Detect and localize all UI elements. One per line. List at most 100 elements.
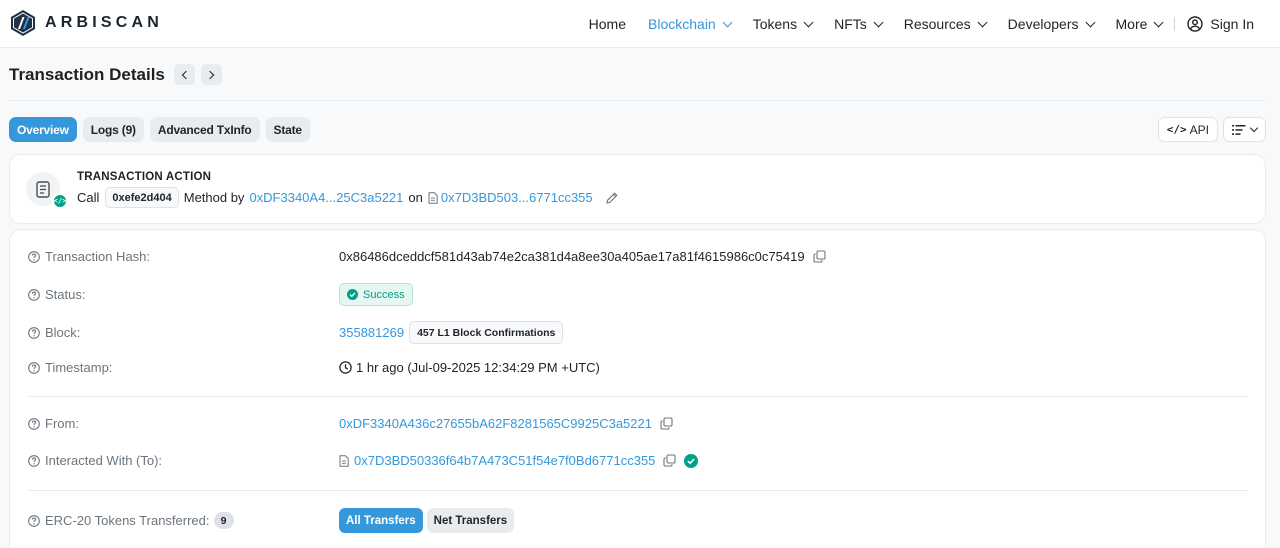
verified-check-icon bbox=[684, 453, 699, 468]
contract-file-icon bbox=[339, 454, 349, 467]
clock-icon bbox=[339, 361, 352, 374]
net-transfers-button[interactable]: Net Transfers bbox=[426, 508, 515, 533]
api-button[interactable]: </> API bbox=[1157, 117, 1218, 142]
nav-resources-label: Resources bbox=[903, 16, 971, 32]
to-label: Interacted With (To): bbox=[45, 453, 163, 468]
all-transfers-button[interactable]: All Transfers bbox=[339, 508, 423, 533]
to-value-wrap: 0x7D3BD50336f64b7A473C51f54e7f0Bd6771cc3… bbox=[339, 453, 699, 468]
pencil-icon[interactable] bbox=[605, 191, 619, 205]
block-label: Block: bbox=[45, 325, 81, 340]
block-number-link[interactable]: 355881269 bbox=[339, 325, 404, 340]
title-row: Transaction Details bbox=[9, 64, 222, 85]
row-erc20-transfers: ERC-20 Tokens Transferred: 9 All Transfe… bbox=[28, 508, 1248, 533]
status-text: Success bbox=[363, 288, 405, 301]
chevron-down-icon bbox=[977, 17, 988, 27]
sign-in-link[interactable]: Sign In bbox=[1187, 16, 1254, 32]
row-from: From: 0xDF3340A436c27655bA62F8281565C992… bbox=[28, 416, 1248, 431]
nav-nfts[interactable]: NFTs bbox=[834, 16, 884, 32]
nav-blockchain[interactable]: Blockchain bbox=[648, 16, 733, 32]
contract-file-icon bbox=[428, 191, 438, 204]
hash-label-wrap: Transaction Hash: bbox=[28, 249, 339, 264]
erc20-value-wrap: All Transfers Net Transfers bbox=[339, 508, 518, 533]
chevron-down-icon bbox=[1085, 17, 1095, 27]
question-circle-icon[interactable] bbox=[28, 454, 40, 467]
question-circle-icon[interactable] bbox=[28, 417, 40, 430]
nav-more-label: More bbox=[1115, 16, 1148, 32]
chevron-down-icon bbox=[873, 17, 884, 27]
chevron-down-icon bbox=[1249, 123, 1259, 132]
transaction-details-card: Transaction Hash: 0x86486dceddcf581d43ab… bbox=[9, 229, 1266, 548]
nav-developers[interactable]: Developers bbox=[1007, 16, 1095, 32]
status-label: Status: bbox=[45, 287, 86, 302]
next-tx-button[interactable] bbox=[200, 64, 222, 85]
row-block: Block: 355881269 457 L1 Block Confirmati… bbox=[28, 321, 1248, 344]
sign-in-label: Sign In bbox=[1210, 16, 1254, 32]
to-address-link[interactable]: 0x7D3BD50336f64b7A473C51f54e7f0Bd6771cc3… bbox=[354, 453, 655, 468]
tab-overview[interactable]: Overview bbox=[9, 117, 77, 142]
status-badge: Success bbox=[339, 283, 413, 306]
question-circle-icon[interactable] bbox=[28, 288, 40, 301]
site-header: ARBISCAN Home Blockchain Tokens NFTs Res… bbox=[0, 0, 1280, 48]
question-circle-icon[interactable] bbox=[28, 326, 40, 339]
timestamp-label: Timestamp: bbox=[45, 360, 113, 375]
question-circle-icon[interactable] bbox=[28, 250, 40, 263]
section-divider bbox=[28, 396, 1248, 397]
chevron-right-icon bbox=[205, 70, 215, 79]
transaction-action-card: </> TRANSACTION ACTION Call 0xefe2d404 M… bbox=[9, 154, 1266, 224]
tab-logs[interactable]: Logs (9) bbox=[82, 117, 144, 142]
action-on-label: on bbox=[408, 190, 423, 205]
from-value-wrap: 0xDF3340A436c27655bA62F8281565C9925C3a52… bbox=[339, 416, 673, 431]
nav-developers-label: Developers bbox=[1007, 16, 1079, 32]
erc20-label-wrap: ERC-20 Tokens Transferred: 9 bbox=[28, 512, 339, 529]
code-icon: </> bbox=[1166, 123, 1187, 136]
status-label-wrap: Status: bbox=[28, 287, 339, 302]
timestamp-value: 1 hr ago (Jul-09-2025 12:34:29 PM +UTC) bbox=[356, 360, 600, 375]
copy-icon[interactable] bbox=[660, 417, 673, 430]
page-title: Transaction Details bbox=[9, 64, 165, 84]
row-timestamp: Timestamp: 1 hr ago (Jul-09-2025 12:34:2… bbox=[28, 360, 1248, 375]
copy-icon[interactable] bbox=[813, 250, 826, 263]
nav-home[interactable]: Home bbox=[589, 16, 626, 32]
action-from-link[interactable]: 0xDF3340A4...25C3a5221 bbox=[249, 190, 403, 205]
action-description: Call 0xefe2d404 Method by 0xDF3340A4...2… bbox=[77, 187, 619, 208]
confirmations-badge: 457 L1 Block Confirmations bbox=[409, 321, 564, 344]
title-divider bbox=[9, 100, 1266, 101]
section-divider bbox=[28, 490, 1248, 491]
tab-state[interactable]: State bbox=[265, 117, 310, 142]
hash-value-wrap: 0x86486dceddcf581d43ab74e2ca381d4a8ee30a… bbox=[339, 249, 826, 264]
hash-label: Transaction Hash: bbox=[45, 249, 151, 264]
method-id-chip: 0xefe2d404 bbox=[105, 187, 179, 208]
brand-name: ARBISCAN bbox=[45, 14, 164, 31]
row-transaction-hash: Transaction Hash: 0x86486dceddcf581d43ab… bbox=[28, 249, 1248, 264]
document-icon bbox=[36, 180, 50, 198]
brand-logo[interactable]: ARBISCAN bbox=[10, 9, 163, 37]
from-label: From: bbox=[45, 416, 79, 431]
nav-tokens[interactable]: Tokens bbox=[753, 16, 814, 32]
list-filter-icon bbox=[1232, 124, 1246, 135]
copy-icon[interactable] bbox=[663, 454, 676, 467]
row-interacted-with: Interacted With (To): 0x7D3BD50336f64b7A… bbox=[28, 453, 1248, 468]
nav-resources[interactable]: Resources bbox=[903, 16, 988, 32]
from-address-link[interactable]: 0xDF3340A436c27655bA62F8281565C9925C3a52… bbox=[339, 416, 652, 431]
tab-advanced-txinfo[interactable]: Advanced TxInfo bbox=[149, 117, 260, 142]
to-label-wrap: Interacted With (To): bbox=[28, 453, 339, 468]
timestamp-label-wrap: Timestamp: bbox=[28, 360, 339, 375]
nav-more[interactable]: More bbox=[1115, 16, 1164, 32]
chevron-down-icon bbox=[803, 17, 814, 27]
question-circle-icon[interactable] bbox=[28, 361, 40, 374]
question-circle-icon[interactable] bbox=[28, 514, 40, 527]
nav-blockchain-label: Blockchain bbox=[648, 16, 716, 32]
block-value-wrap: 355881269 457 L1 Block Confirmations bbox=[339, 321, 564, 344]
previous-tx-button[interactable] bbox=[173, 64, 195, 85]
check-circle-icon bbox=[347, 289, 358, 300]
block-label-wrap: Block: bbox=[28, 325, 339, 340]
nav-home-label: Home bbox=[588, 16, 627, 32]
action-method-by-label: Method by bbox=[183, 190, 245, 205]
tools-group: </> API bbox=[1153, 117, 1266, 142]
view-options-button[interactable] bbox=[1223, 117, 1266, 142]
code-badge-icon: </> bbox=[52, 193, 68, 209]
transaction-hash-value: 0x86486dceddcf581d43ab74e2ca381d4a8ee30a… bbox=[339, 249, 805, 264]
from-label-wrap: From: bbox=[28, 416, 339, 431]
action-to-link[interactable]: 0x7D3BD503...6771cc355 bbox=[441, 190, 593, 205]
chevron-down-icon bbox=[722, 17, 733, 27]
